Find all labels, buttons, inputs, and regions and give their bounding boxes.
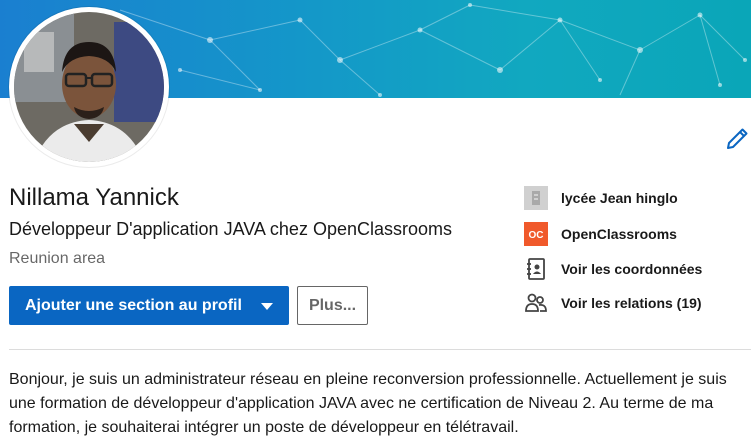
add-profile-section-button[interactable]: Ajouter une section au profil [9,286,289,325]
school-icon [524,186,548,210]
section-divider [9,349,751,350]
profile-photo [14,12,164,162]
add-profile-section-label: Ajouter une section au profil [25,296,242,314]
more-button[interactable]: Plus... [297,286,368,325]
company-logo-icon: OC [524,222,548,246]
company-logo-text: OC [529,230,544,241]
contact-card-icon [524,257,548,281]
contact-label: Voir les coordonnées [561,261,703,277]
school-label: lycée Jean hinglo [561,190,678,206]
sidebar-item-school[interactable]: lycée Jean hinglo [524,186,678,210]
edit-profile-button[interactable] [725,127,749,151]
sidebar-item-company[interactable]: OC OpenClassrooms [524,222,677,246]
sidebar-item-connections[interactable]: Voir les relations (19) [524,291,702,315]
connections-label: Voir les relations (19) [561,295,702,311]
profile-name: Nillama Yannick [9,184,179,211]
about-text: Bonjour, je suis un administrateur résea… [9,371,727,436]
avatar[interactable] [14,12,164,162]
caret-down-icon [261,303,273,310]
sidebar-item-contact[interactable]: Voir les coordonnées [524,257,702,281]
company-label: OpenClassrooms [561,226,677,242]
profile-location: Reunion area [9,250,106,267]
people-icon [524,291,548,315]
pencil-icon [727,128,748,149]
profile-headline: Développeur D'application JAVA chez Open… [9,219,452,239]
